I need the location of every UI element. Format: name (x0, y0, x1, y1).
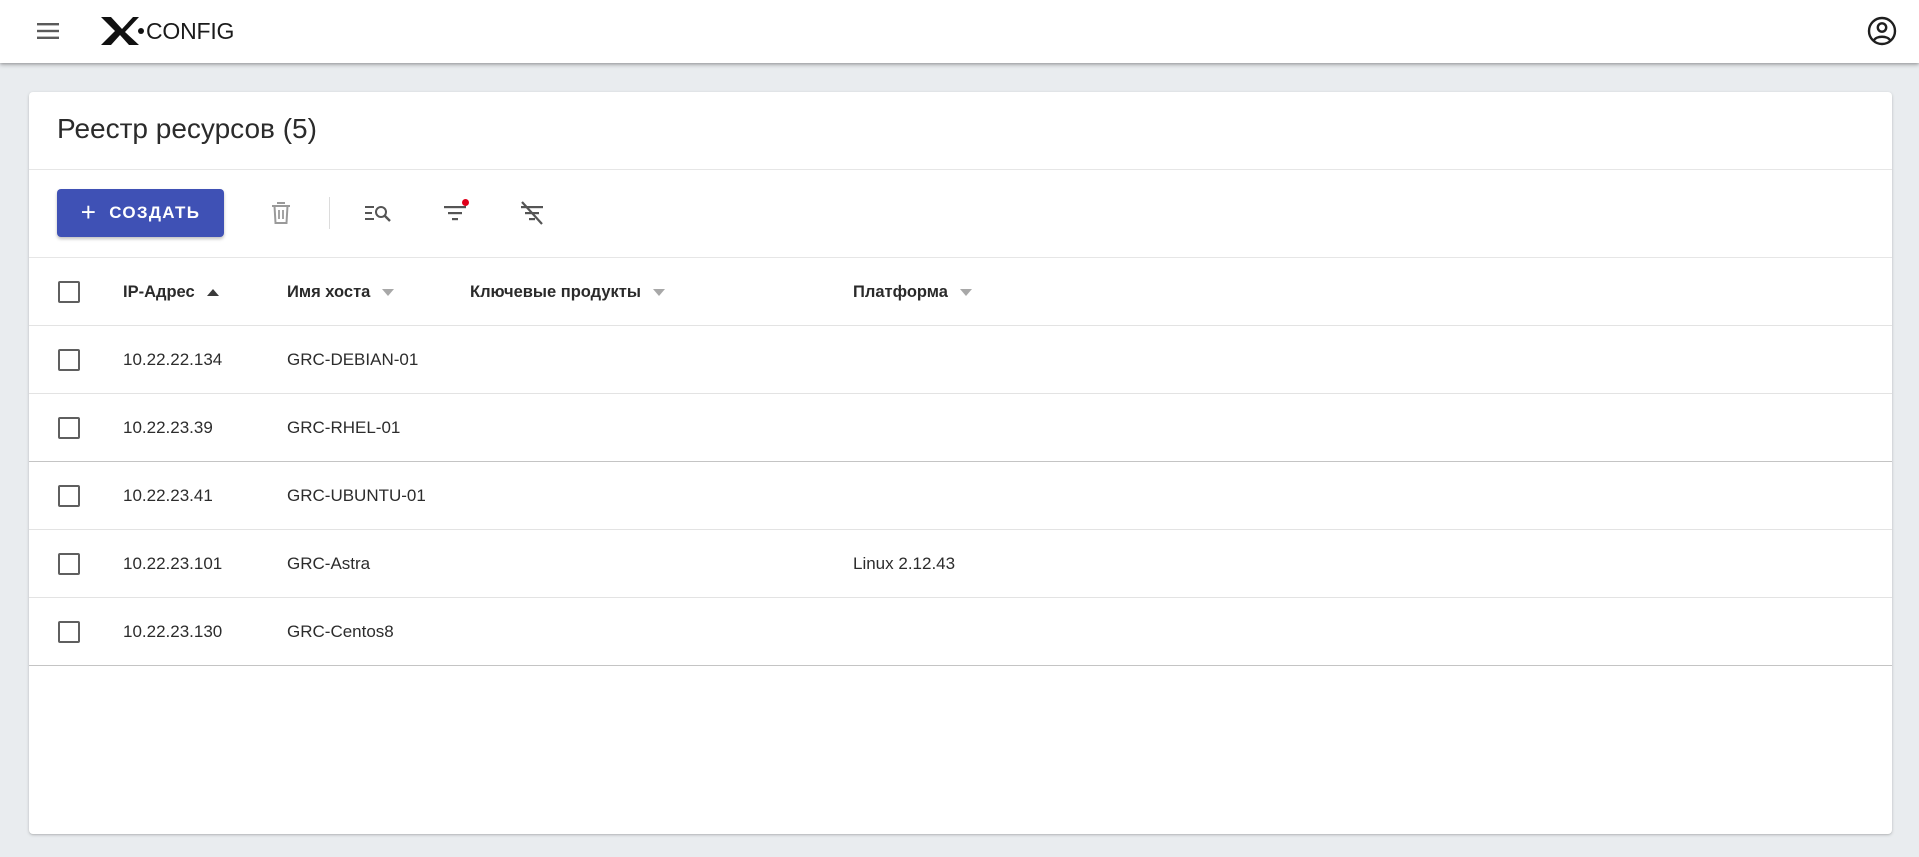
column-header-products[interactable]: Ключевые продукты (470, 258, 665, 326)
cell-ip: 10.22.23.39 (123, 418, 213, 437)
cell-hostname: GRC-RHEL-01 (287, 418, 401, 437)
column-header-platform[interactable]: Платформа (853, 258, 972, 326)
page-title: Реестр ресурсов (5) (57, 112, 317, 144)
row-checkbox[interactable] (58, 417, 80, 439)
account-icon[interactable] (1865, 14, 1899, 48)
cell-ip: 10.22.22.134 (123, 350, 223, 369)
cell-ip: 10.22.23.130 (123, 622, 223, 641)
row-checkbox[interactable] (58, 349, 80, 371)
create-button-label: СОЗДАТЬ (109, 203, 201, 222)
table-row[interactable]: 10.22.22.134 GRC-DEBIAN-01 (29, 326, 1892, 394)
menu-icon[interactable] (32, 17, 64, 45)
sort-icon (959, 288, 972, 296)
plus-icon: + (80, 197, 98, 227)
column-header-label: IP-Адрес (123, 282, 195, 301)
cell-hostname: GRC-Astra (287, 554, 371, 573)
table-row[interactable]: 10.22.23.130 GRC-Centos8 (29, 598, 1892, 666)
cell-hostname: GRC-UBUNTU-01 (287, 486, 426, 505)
select-all-checkbox[interactable] (58, 281, 80, 303)
column-header-label: Платформа (853, 282, 948, 301)
cell-platform: Linux 2.12.43 (853, 554, 956, 573)
filter-icon[interactable] (437, 195, 473, 231)
table-row[interactable]: 10.22.23.101 GRC-Astra Linux 2.12.43 (29, 530, 1892, 598)
table-header-row: IP-Адрес Имя хоста Ключевые продукты Пла… (29, 258, 1892, 326)
app-bar: CONFIG (0, 0, 1919, 63)
column-header-ip[interactable]: IP-Адрес (123, 258, 219, 326)
delete-icon[interactable] (263, 195, 299, 231)
card-header: Реестр ресурсов (5) (29, 92, 1892, 170)
toolbar-divider (329, 197, 330, 229)
resource-registry-card: Реестр ресурсов (5) + СОЗДАТЬ IP-Адрес И… (29, 92, 1892, 834)
column-header-label: Имя хоста (287, 282, 371, 301)
clear-filter-icon[interactable] (514, 195, 550, 231)
row-checkbox[interactable] (58, 553, 80, 575)
search-list-icon[interactable] (360, 195, 396, 231)
cell-hostname: GRC-Centos8 (287, 622, 394, 641)
logo-x-icon (101, 17, 144, 45)
row-checkbox[interactable] (58, 485, 80, 507)
logo-text: CONFIG (146, 17, 235, 44)
column-header-hostname[interactable]: Имя хоста (287, 258, 395, 326)
row-checkbox[interactable] (58, 621, 80, 643)
create-button[interactable]: + СОЗДАТЬ (57, 189, 224, 237)
app-logo[interactable]: CONFIG (100, 14, 234, 48)
sort-icon (652, 288, 665, 296)
table-row[interactable]: 10.22.23.39 GRC-RHEL-01 (29, 394, 1892, 462)
toolbar: + СОЗДАТЬ (29, 170, 1892, 258)
column-header-label: Ключевые продукты (470, 282, 641, 301)
table-row[interactable]: 10.22.23.41 GRC-UBUNTU-01 (29, 462, 1892, 530)
sort-asc-icon (206, 288, 219, 296)
cell-hostname: GRC-DEBIAN-01 (287, 350, 419, 369)
sort-icon (382, 288, 395, 296)
cell-ip: 10.22.23.41 (123, 486, 213, 505)
cell-ip: 10.22.23.101 (123, 554, 223, 573)
resource-table: IP-Адрес Имя хоста Ключевые продукты Пла… (29, 258, 1892, 666)
filter-active-badge (462, 199, 469, 206)
